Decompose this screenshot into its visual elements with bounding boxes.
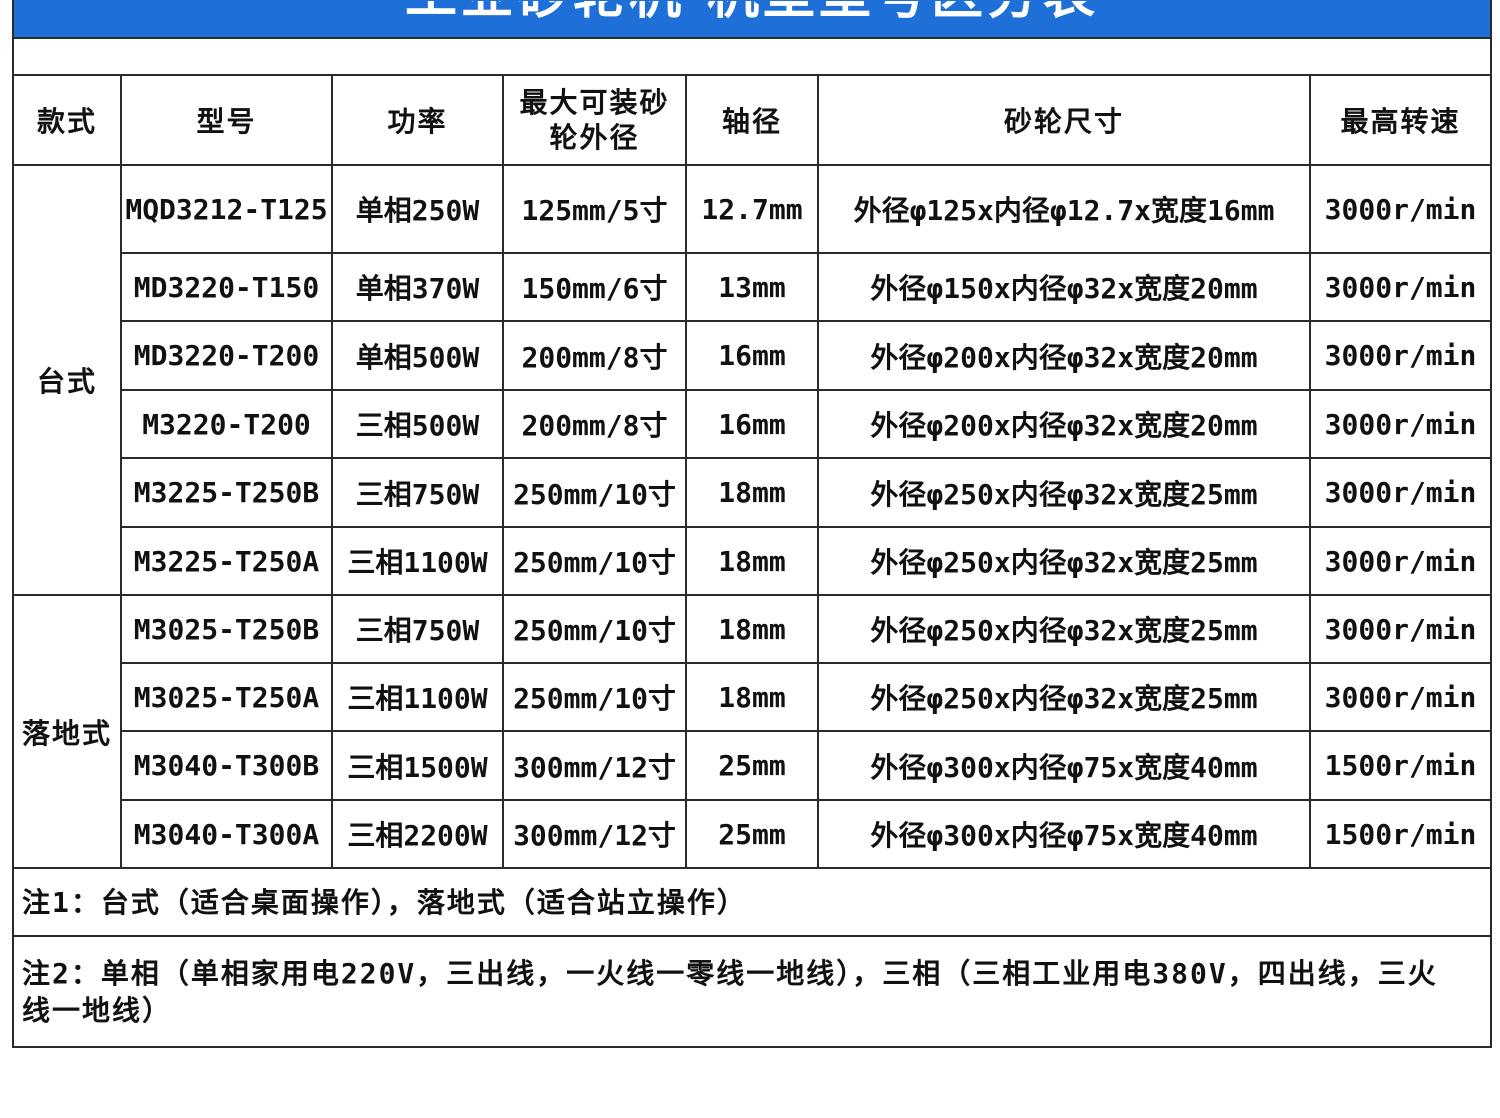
note-row: 注2：单相（单相家用电220V，三出线，一火线一零线一地线），三相（三相工业用电… <box>11 935 1493 1048</box>
table-row: M3040-T300B 三相1500W 300mm/12寸 25mm 外径φ30… <box>13 730 1493 801</box>
speed-cell: 3000r/min <box>1308 457 1493 528</box>
wheel-od-cell: 200mm/8寸 <box>502 389 687 459</box>
table-row: M3225-T250B 三相750W 250mm/10寸 18mm 外径φ250… <box>13 457 1493 528</box>
wheel-od-cell: 250mm/10寸 <box>502 526 687 596</box>
power-cell: 三相1500W <box>331 730 504 801</box>
shaft-cell: 18mm <box>685 662 819 732</box>
wheel-size-cell: 外径φ125x内径φ12.7x宽度16mm <box>817 164 1311 254</box>
power-cell: 单相500W <box>331 320 504 391</box>
model-cell: M3225-T250A <box>120 526 333 596</box>
speed-cell: 1500r/min <box>1308 799 1493 869</box>
model-cell: M3040-T300A <box>120 799 333 869</box>
power-cell: 三相1100W <box>331 662 504 732</box>
speed-cell: 3000r/min <box>1308 662 1493 732</box>
header-row: 款式 型号 功率 最大可装砂轮外径 轴径 砂轮尺寸 最高转速 <box>12 74 1493 166</box>
shaft-cell: 16mm <box>685 320 819 391</box>
title-bar: 工业砂轮机 机型型号区分表 <box>11 0 1493 39</box>
header-model: 型号 <box>120 74 333 166</box>
category-cell: 台式 <box>12 164 122 596</box>
table-row: 台式 MQD3212-T125 单相250W 125mm/5寸 12.7mm 外… <box>12 164 1493 596</box>
model-cell: MD3220-T200 <box>120 320 333 391</box>
shaft-cell: 25mm <box>685 799 819 869</box>
page-title: 工业砂轮机 机型型号区分表 <box>15 1 1489 22</box>
shaft-cell: 18mm <box>685 594 819 664</box>
wheel-od-cell: 300mm/12寸 <box>502 730 687 801</box>
wheel-size-cell: 外径φ250x内径φ32x宽度25mm <box>817 526 1311 596</box>
wheel-od-cell: 250mm/10寸 <box>502 662 687 732</box>
model-cell: M3225-T250B <box>120 457 333 528</box>
model-cell: MQD3212-T125 <box>120 164 333 254</box>
wheel-od-cell: 200mm/8寸 <box>502 320 687 391</box>
wheel-size-cell: 外径φ150x内径φ32x宽度20mm <box>817 252 1311 322</box>
table-row: M3025-T250A 三相1100W 250mm/10寸 18mm 外径φ25… <box>13 662 1493 732</box>
wheel-size-cell: 外径φ200x内径φ32x宽度20mm <box>817 320 1311 391</box>
title-row: 工业砂轮机 机型型号区分表 <box>11 0 1493 39</box>
power-cell: 三相750W <box>331 457 504 528</box>
header-shaft: 轴径 <box>685 74 819 166</box>
model-cell: MD3220-T150 <box>120 252 333 322</box>
wheel-od-cell: 150mm/6寸 <box>502 252 687 322</box>
speed-cell: 3000r/min <box>1308 164 1493 254</box>
shaft-cell: 16mm <box>685 389 819 459</box>
speed-cell: 3000r/min <box>1308 526 1493 596</box>
power-cell: 三相1100W <box>331 526 504 596</box>
shaft-cell: 25mm <box>685 730 819 801</box>
shaft-cell: 13mm <box>685 252 819 322</box>
model-spec-table: 工业砂轮机 机型型号区分表 款式 型号 功率 最大可装砂轮外径 轴径 砂轮尺寸 … <box>11 0 1493 1048</box>
speed-cell: 3000r/min <box>1308 389 1493 459</box>
table-row: MD3220-T200 单相500W 200mm/8寸 16mm 外径φ200x… <box>13 320 1493 391</box>
speed-cell: 1500r/min <box>1308 730 1493 801</box>
wheel-size-cell: 外径φ250x内径φ32x宽度25mm <box>817 457 1311 528</box>
note-1: 注1：台式（适合桌面操作），落地式（适合站立操作） <box>11 867 1493 937</box>
table-row: M3040-T300A 三相2200W 300mm/12寸 25mm 外径φ30… <box>13 799 1493 869</box>
header-max-speed: 最高转速 <box>1308 74 1493 166</box>
shaft-cell: 12.7mm <box>685 164 819 254</box>
note-row: 注1：台式（适合桌面操作），落地式（适合站立操作） <box>11 867 1493 937</box>
wheel-size-cell: 外径φ250x内径φ32x宽度25mm <box>817 662 1311 732</box>
model-cell: M3040-T300B <box>120 730 333 801</box>
model-cell: M3220-T200 <box>120 389 333 459</box>
table-row: MD3220-T150 单相370W 150mm/6寸 13mm 外径φ150x… <box>13 252 1493 322</box>
speed-cell: 3000r/min <box>1308 320 1493 391</box>
category-cell: 落地式 <box>12 594 122 869</box>
power-cell: 单相370W <box>331 252 504 322</box>
wheel-size-cell: 外径φ300x内径φ75x宽度40mm <box>817 730 1311 801</box>
speed-cell: 3000r/min <box>1308 252 1493 322</box>
header-wheel-size: 砂轮尺寸 <box>817 74 1311 166</box>
wheel-size-cell: 外径φ300x内径φ75x宽度40mm <box>817 799 1311 869</box>
blank-row <box>11 37 1493 76</box>
wheel-od-cell: 250mm/10寸 <box>502 594 687 664</box>
wheel-od-cell: 300mm/12寸 <box>502 799 687 869</box>
shaft-cell: 18mm <box>685 457 819 528</box>
power-cell: 三相500W <box>331 389 504 459</box>
title-clip: 工业砂轮机 机型型号区分表 <box>15 1 1489 37</box>
wheel-size-cell: 外径φ200x内径φ32x宽度20mm <box>817 389 1311 459</box>
note-2: 注2：单相（单相家用电220V，三出线，一火线一零线一地线），三相（三相工业用电… <box>11 935 1493 1048</box>
table-row: M3225-T250A 三相1100W 250mm/10寸 18mm 外径φ25… <box>13 526 1493 596</box>
model-cell: M3025-T250B <box>120 594 333 664</box>
wheel-size-cell: 外径φ250x内径φ32x宽度25mm <box>817 594 1311 664</box>
wheel-od-cell: 125mm/5寸 <box>502 164 687 254</box>
table-row: M3220-T200 三相500W 200mm/8寸 16mm 外径φ200x内… <box>13 389 1493 459</box>
blank-cell <box>11 37 1493 76</box>
speed-cell: 3000r/min <box>1308 594 1493 664</box>
header-power: 功率 <box>331 74 504 166</box>
header-style: 款式 <box>12 74 122 166</box>
power-cell: 三相2200W <box>331 799 504 869</box>
power-cell: 单相250W <box>331 164 504 254</box>
table-row: 落地式 M3025-T250B 三相750W 250mm/10寸 18mm 外径… <box>12 594 1493 869</box>
wheel-od-cell: 250mm/10寸 <box>502 457 687 528</box>
shaft-cell: 18mm <box>685 526 819 596</box>
model-cell: M3025-T250A <box>120 662 333 732</box>
header-wheel-od: 最大可装砂轮外径 <box>502 74 687 166</box>
power-cell: 三相750W <box>331 594 504 664</box>
